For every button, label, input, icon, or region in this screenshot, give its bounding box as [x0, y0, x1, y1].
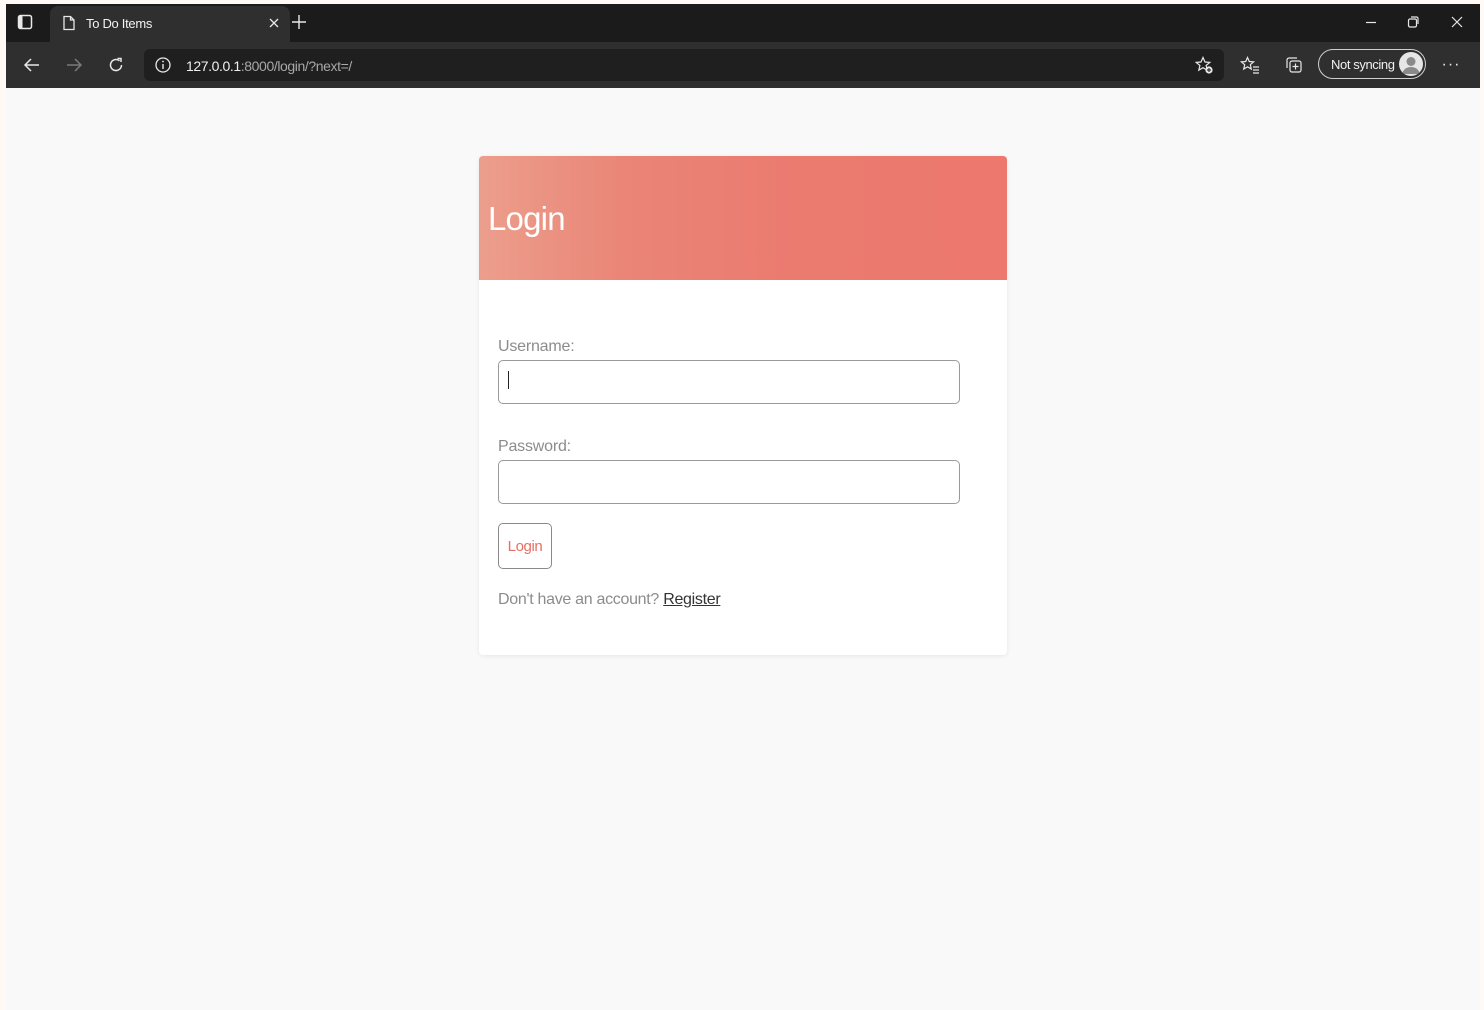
login-card-header: Login [479, 156, 1007, 280]
url-text[interactable]: 127.0.0.1:8000/login/?next=/ [186, 58, 352, 74]
plus-icon[interactable] [290, 13, 308, 31]
tab-active[interactable]: To Do Items [50, 6, 290, 42]
register-prompt-text: Don't have an account? [498, 591, 660, 608]
page-icon [62, 15, 76, 31]
window-close-icon[interactable] [1448, 13, 1466, 31]
register-prompt: Don't have an account? Register [498, 591, 721, 609]
text-caret [508, 371, 509, 389]
profile-sync-button[interactable]: Not syncing [1318, 49, 1426, 79]
avatar-icon [1399, 52, 1423, 76]
forward-arrow-icon[interactable] [64, 55, 84, 75]
close-icon[interactable] [266, 15, 282, 31]
star-plus-icon[interactable] [1194, 55, 1214, 75]
tab-title: To Do Items [86, 16, 153, 31]
favorites-icon[interactable] [1239, 55, 1260, 75]
password-input[interactable] [498, 460, 960, 504]
refresh-icon[interactable] [106, 55, 126, 75]
back-arrow-icon[interactable] [22, 55, 42, 75]
page-viewport: Login Username: Password: Login Don't ha… [6, 88, 1480, 1010]
url-path: :8000/login/?next=/ [240, 58, 353, 74]
login-card: Login Username: Password: Login Don't ha… [479, 156, 1007, 655]
minimize-icon[interactable] [1362, 13, 1380, 31]
register-link[interactable]: Register [663, 591, 720, 608]
password-label: Password: [498, 438, 571, 455]
info-icon[interactable] [154, 56, 172, 74]
browser-toolbar: 127.0.0.1:8000/login/?next=/ Not syncing… [6, 42, 1480, 89]
restore-icon[interactable] [1404, 13, 1422, 31]
url-host: 127.0.0.1 [186, 58, 241, 74]
tab-strip: To Do Items [6, 4, 1480, 42]
page-title: Login [488, 200, 566, 237]
login-button[interactable]: Login [498, 523, 552, 569]
window-edge [1480, 0, 1484, 1010]
collections-icon[interactable] [1284, 55, 1304, 75]
more-options-icon[interactable]: ··· [1440, 55, 1462, 75]
tab-actions-icon[interactable] [16, 13, 34, 31]
address-bar[interactable]: 127.0.0.1:8000/login/?next=/ [144, 49, 1224, 81]
username-input[interactable] [498, 360, 960, 404]
sync-status-label: Not syncing [1331, 57, 1395, 72]
browser-window: To Do Items 127.0.0.1:8000/login/?next=/… [6, 4, 1480, 1010]
username-label: Username: [498, 338, 575, 355]
